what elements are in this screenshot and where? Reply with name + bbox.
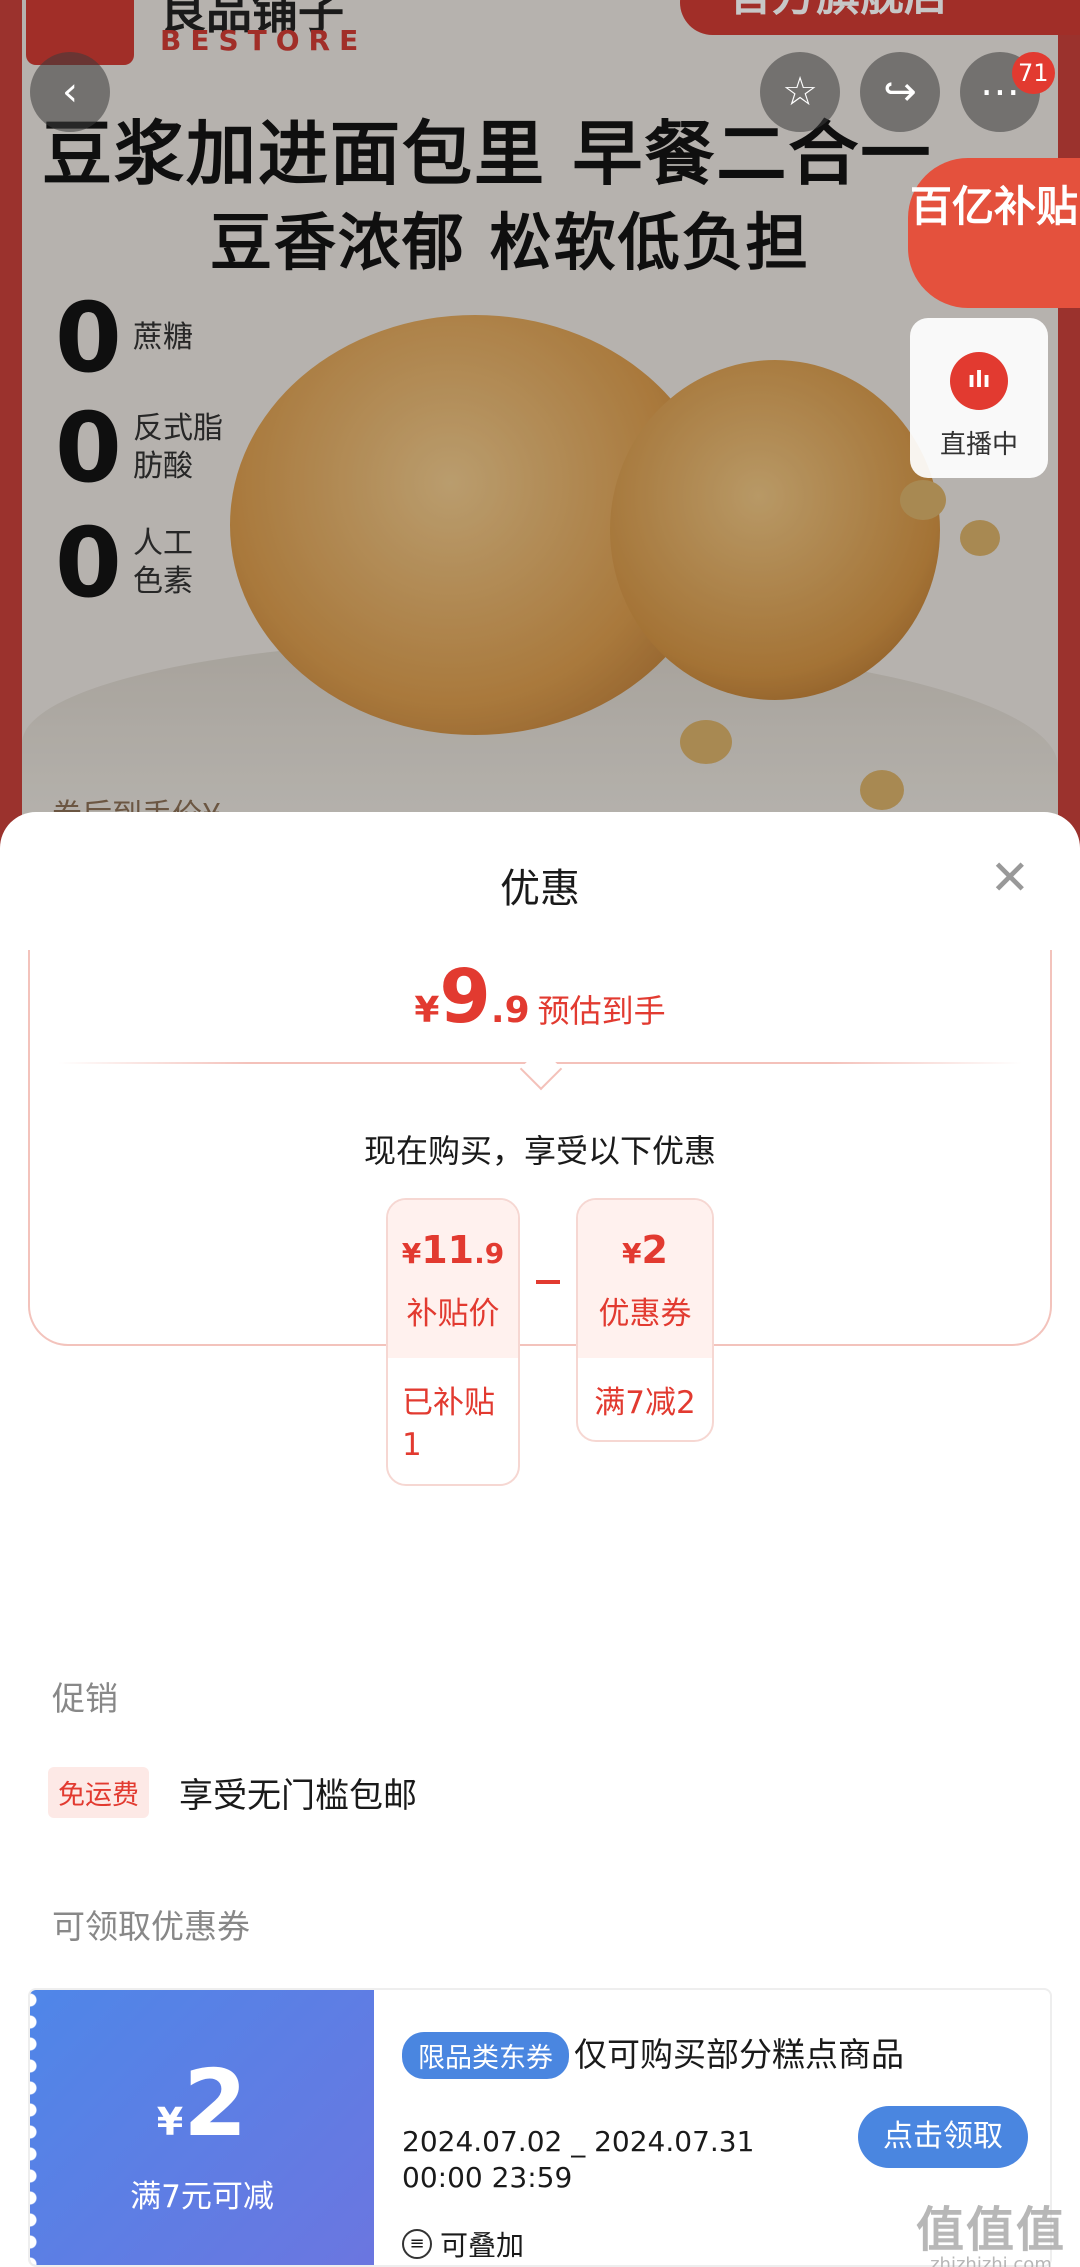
- coupon-time-range: 00:00 23:59: [402, 2161, 573, 2194]
- star-icon: ☆: [782, 69, 818, 115]
- watermark-glyphs: 值值值: [915, 2202, 1066, 2258]
- favorite-button[interactable]: ☆: [760, 52, 840, 132]
- watermark: 值值值 zhizhizhi.com: [916, 2190, 1066, 2267]
- promotion-section-label: 促销: [52, 1679, 118, 1718]
- buy-now-text: 现在购买，享受以下优惠: [363, 1132, 716, 1170]
- subsidy-price-box: ¥11.9 补贴价 已补贴1: [386, 1198, 520, 1486]
- subsidy-price-amount: ¥11.9: [388, 1228, 518, 1272]
- coupon-amount-value: 2: [183, 2050, 248, 2157]
- minus-sign: [536, 1280, 560, 1284]
- promotion-row: 免运费 享受无门槛包邮: [48, 1767, 417, 1818]
- divider-notch: [519, 1047, 563, 1091]
- stack-icon: ≡: [402, 2229, 432, 2259]
- estimated-price-label: 预估到手: [537, 992, 666, 1030]
- coupon-stackable: ≡ 可叠加: [402, 2224, 524, 2264]
- estimated-price-integer: 9: [439, 954, 491, 1040]
- price-breakdown-card: ¥9.9 预估到手 现在购买，享受以下优惠 ¥11.9 补贴价 已补贴1 ¥2 优…: [28, 950, 1052, 1486]
- coupon-category-tag: 限品类东券: [402, 2032, 569, 2079]
- coupon-validity: 2024.07.02 _ 2024.07.31 00:00 23:59: [402, 2124, 754, 2196]
- coupon-title: 仅可购买部分糕点商品: [574, 2035, 904, 2074]
- coupon-discount-box: ¥2 优惠券 满7减2: [576, 1198, 714, 1442]
- coupon-condition: 满7元可减: [130, 2179, 274, 2215]
- promotion-text: 享受无门槛包邮: [179, 1776, 417, 1816]
- subsidy-price-integer: 11: [421, 1228, 475, 1272]
- coupons-section-label: 可领取优惠券: [52, 1907, 250, 1946]
- coupon-discount-note: 满7减2: [594, 1385, 696, 1421]
- watermark-url: zhizhizhi.com: [930, 2254, 1052, 2267]
- subsidy-price-decimal: .9: [474, 1237, 505, 1270]
- coupon-amount: ¥2: [30, 2050, 374, 2157]
- close-icon[interactable]: ✕: [990, 854, 1030, 902]
- coupon-date-range: 2024.07.02 _ 2024.07.31: [402, 2125, 755, 2158]
- subsidy-note: 已补贴1: [402, 1385, 495, 1463]
- live-stream-button[interactable]: ılı 直播中: [910, 318, 1048, 478]
- message-count-badge: 71: [1012, 52, 1055, 94]
- estimated-price-decimal: .9: [490, 990, 530, 1031]
- estimated-price-currency: ¥: [414, 990, 440, 1031]
- coupon-currency: ¥: [156, 2100, 184, 2144]
- sheet-title: 优惠: [500, 866, 580, 912]
- subsidy-price-currency: ¥: [401, 1237, 422, 1270]
- coupon-discount-integer: 2: [641, 1228, 668, 1272]
- estimated-price: ¥9.9 预估到手: [30, 954, 1050, 1040]
- claim-coupon-button[interactable]: 点击领取: [858, 2106, 1028, 2168]
- share-icon: ↪: [883, 69, 917, 115]
- back-button[interactable]: ‹: [30, 52, 110, 132]
- back-icon: ‹: [62, 69, 78, 115]
- share-button[interactable]: ↪: [860, 52, 940, 132]
- subsidy-tag[interactable]: 百亿补贴: [908, 158, 1080, 308]
- coupon-discount-amount: ¥2: [578, 1228, 712, 1272]
- coupon-card: ¥2 满7元可减 限品类东券 仅可购买部分糕点商品 2024.07.02 _ 2…: [28, 1988, 1052, 2267]
- coupon-value-panel: ¥2 满7元可减: [30, 1990, 374, 2265]
- coupon-stackable-label: 可叠加: [440, 2229, 525, 2262]
- coupon-discount-label: 优惠券: [598, 1296, 692, 1332]
- live-icon: ılı: [950, 352, 1008, 410]
- coupon-discount-currency: ¥: [622, 1237, 642, 1270]
- subsidy-price-label: 补贴价: [406, 1296, 500, 1332]
- live-label: 直播中: [939, 430, 1018, 460]
- discount-sheet: 优惠 ✕ ¥9.9 预估到手 现在购买，享受以下优惠 ¥11.9 补贴价 已补贴1…: [0, 812, 1080, 2267]
- free-shipping-tag: 免运费: [48, 1767, 149, 1818]
